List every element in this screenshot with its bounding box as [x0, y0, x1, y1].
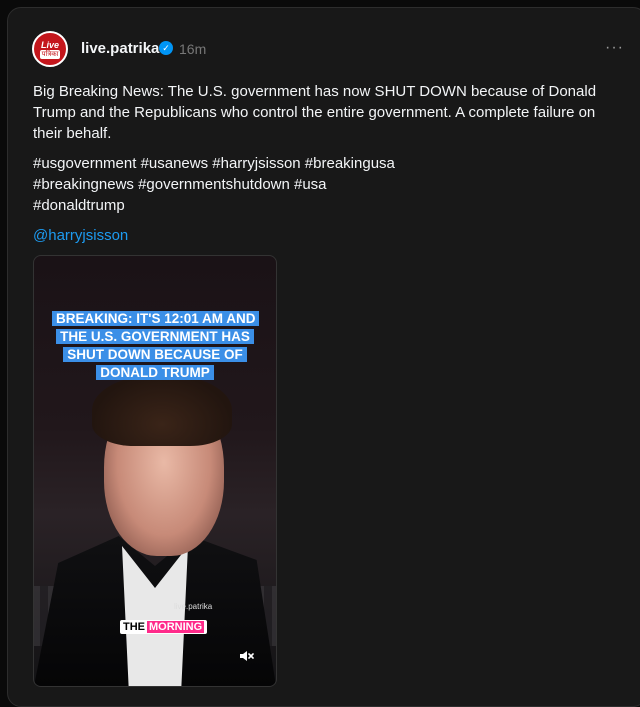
- more-options-icon[interactable]: ···: [605, 39, 624, 57]
- video-person-hair: [92, 374, 232, 446]
- hashtag-line[interactable]: #usgovernment #usanews #harryjsisson #br…: [33, 153, 433, 174]
- video-caption-word: THE: [123, 621, 145, 633]
- mute-icon[interactable]: [236, 646, 256, 666]
- post-card: Live पत्रिका live.patrika ✓ 16m ··· Big …: [7, 7, 640, 707]
- hashtags: #usgovernment #usanews #harryjsisson #br…: [33, 153, 433, 216]
- username-link[interactable]: live.patrika: [81, 40, 159, 57]
- post-timestamp[interactable]: 16m: [179, 41, 206, 57]
- video-caption: THE MORNING: [120, 620, 208, 634]
- video-headline: BREAKING: IT'S 12:01 AM AND THE U.S. GOV…: [52, 310, 260, 382]
- hashtag-line[interactable]: #donaldtrump: [33, 195, 433, 216]
- hashtag-line[interactable]: #breakingnews #governmentshutdown #usa: [33, 174, 433, 195]
- video-watermark: live.patrika: [174, 602, 213, 611]
- video-caption-highlight: MORNING: [147, 621, 205, 633]
- avatar-brand-text: पत्रिका: [39, 49, 61, 59]
- mention-link[interactable]: @harryjsisson: [33, 227, 128, 244]
- video-player[interactable]: BREAKING: IT'S 12:01 AM AND THE U.S. GOV…: [33, 255, 277, 687]
- avatar-live-text: Live: [40, 39, 59, 50]
- avatar[interactable]: Live पत्रिका: [32, 31, 68, 67]
- post-text: Big Breaking News: The U.S. government h…: [33, 83, 597, 142]
- video-headline-text: BREAKING: IT'S 12:01 AM AND THE U.S. GOV…: [52, 311, 260, 380]
- verified-badge-icon: ✓: [159, 41, 173, 55]
